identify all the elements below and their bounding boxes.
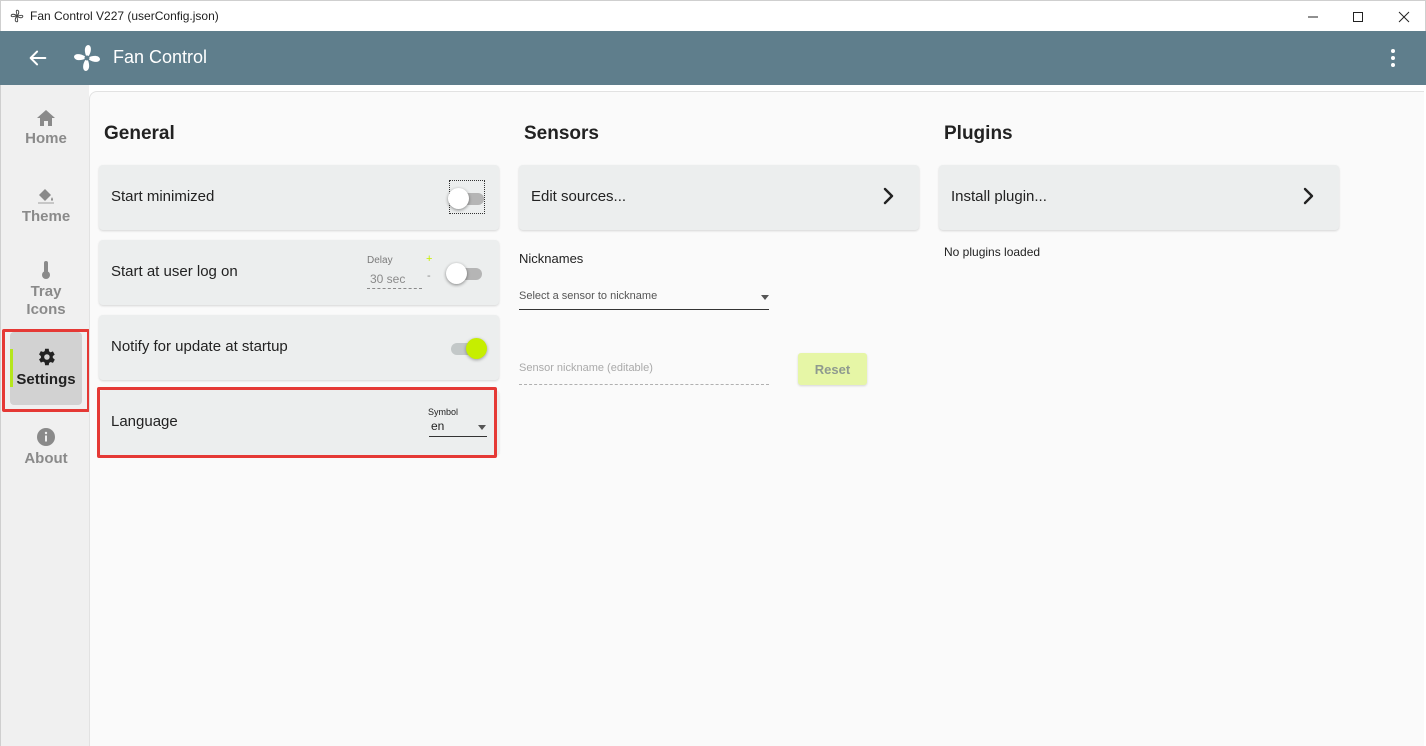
sensor-select-placeholder: Select a sensor to nickname	[519, 290, 658, 302]
language-field-label: Symbol	[428, 407, 459, 417]
fan-icon	[10, 9, 24, 23]
caret-down-icon	[761, 295, 769, 300]
thermometer-icon	[42, 261, 50, 279]
chevron-right-icon	[883, 187, 894, 205]
nav-label-about: About	[24, 450, 68, 467]
nav-item-settings[interactable]: Settings	[10, 332, 82, 405]
start-at-logon-toggle[interactable]	[446, 262, 484, 284]
caret-down-icon	[478, 425, 486, 430]
side-navigation: Home Theme Tray Icons Settings About	[0, 85, 89, 746]
notify-update-card: Notify for update at startup	[99, 315, 499, 380]
start-minimized-label: Start minimized	[111, 188, 215, 205]
language-card: Language Symbol en	[99, 390, 499, 455]
start-at-logon-label: Start at user log on	[111, 263, 238, 280]
edit-sources-label: Edit sources...	[531, 188, 627, 205]
nav-item-tray-icons[interactable]: Tray Icons	[10, 260, 82, 322]
nickname-input[interactable]: Sensor nickname (editable)	[519, 362, 769, 385]
nav-label-settings: Settings	[16, 371, 76, 388]
notify-update-label: Notify for update at startup	[111, 338, 288, 355]
install-plugin-label: Install plugin...	[951, 188, 1047, 205]
app-title: Fan Control	[113, 47, 208, 67]
app-bar: Fan Control	[0, 31, 1426, 85]
nicknames-label: Nicknames	[519, 251, 584, 266]
notify-update-toggle[interactable]	[449, 337, 487, 359]
info-icon	[37, 428, 55, 446]
fan-logo-icon	[74, 45, 100, 71]
start-at-logon-card: Start at user log on Delay 30 sec + -	[99, 240, 499, 305]
close-button[interactable]	[1381, 1, 1426, 32]
window-title: Fan Control V227 (userConfig.json)	[30, 9, 219, 23]
start-minimized-card: Start minimized	[99, 165, 499, 230]
nav-label-home: Home	[25, 130, 67, 147]
language-value: en	[431, 419, 445, 433]
plugins-status: No plugins loaded	[944, 245, 1041, 259]
home-icon	[37, 110, 55, 126]
plugins-title: Plugins	[944, 123, 1013, 144]
window-titlebar: Fan Control V227 (userConfig.json)	[0, 0, 1426, 31]
nav-item-theme[interactable]: Theme	[10, 187, 82, 233]
minimize-button[interactable]	[1290, 1, 1336, 32]
language-select[interactable]: en	[429, 419, 487, 437]
minimize-icon	[1308, 16, 1318, 17]
gear-icon	[39, 348, 55, 366]
nickname-placeholder: Sensor nickname (editable)	[519, 362, 653, 374]
active-indicator	[10, 349, 13, 387]
close-icon	[1398, 11, 1410, 22]
arrow-left-icon[interactable]	[27, 47, 49, 69]
chevron-right-icon	[1303, 187, 1314, 205]
nav-item-about[interactable]: About	[10, 427, 82, 473]
sensors-title: Sensors	[524, 123, 599, 144]
nav-label-tray-icons: Tray Icons	[26, 283, 66, 318]
install-plugin-card[interactable]: Install plugin...	[939, 165, 1339, 230]
delay-decrement-button[interactable]: -	[427, 270, 431, 282]
edit-sources-card[interactable]: Edit sources...	[519, 165, 919, 230]
maximize-icon	[1353, 11, 1363, 22]
paint-bucket-icon	[38, 189, 54, 204]
delay-increment-button[interactable]: +	[426, 253, 432, 265]
more-vertical-icon[interactable]	[1383, 47, 1403, 69]
reset-button[interactable]: Reset	[798, 353, 867, 385]
sensor-select[interactable]: Select a sensor to nickname	[519, 290, 769, 310]
general-title: General	[104, 123, 175, 144]
language-label: Language	[111, 413, 178, 430]
maximize-button[interactable]	[1335, 1, 1381, 32]
nav-label-theme: Theme	[21, 208, 71, 225]
start-minimized-toggle[interactable]	[448, 187, 486, 209]
delay-label: Delay	[367, 255, 393, 266]
nav-item-home[interactable]: Home	[10, 109, 82, 155]
delay-input[interactable]: 30 sec	[367, 272, 422, 289]
